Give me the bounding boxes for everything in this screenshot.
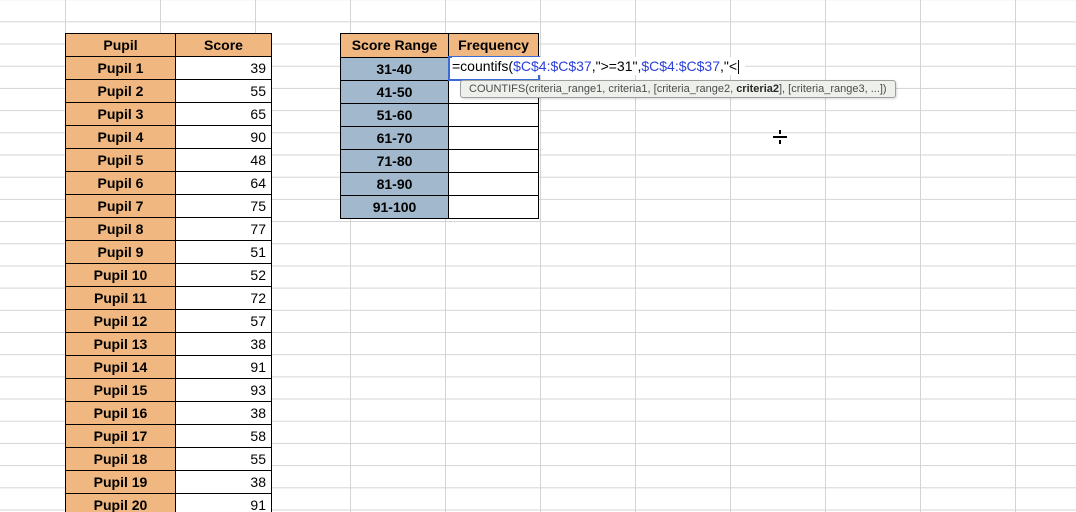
- tooltip-current-arg: criteria2: [736, 83, 779, 95]
- range-header[interactable]: Score Range: [341, 34, 449, 58]
- table-row: Pupil 2091: [66, 494, 272, 512]
- score-header[interactable]: Score: [176, 34, 272, 57]
- table-row: Pupil 139: [66, 57, 272, 80]
- range-cell[interactable]: 81-90: [341, 172, 449, 195]
- score-cell[interactable]: 77: [176, 218, 272, 241]
- formula-ref2: $C$4:$C$37: [641, 58, 720, 74]
- score-cell[interactable]: 38: [176, 471, 272, 494]
- frequency-cell[interactable]: [449, 172, 539, 195]
- pupil-cell[interactable]: Pupil 20: [66, 494, 176, 512]
- table-row: Pupil 1338: [66, 333, 272, 356]
- pupil-cell[interactable]: Pupil 2: [66, 80, 176, 103]
- score-cell[interactable]: 93: [176, 379, 272, 402]
- frequency-cell[interactable]: [449, 149, 539, 172]
- score-cell[interactable]: 90: [176, 126, 272, 149]
- score-cell[interactable]: 75: [176, 195, 272, 218]
- score-cell[interactable]: 58: [176, 425, 272, 448]
- score-cell[interactable]: 65: [176, 103, 272, 126]
- pupil-cell[interactable]: Pupil 11: [66, 287, 176, 310]
- tooltip-seg: criteria1,: [608, 83, 653, 95]
- pupil-cell[interactable]: Pupil 6: [66, 172, 176, 195]
- pupil-cell[interactable]: Pupil 10: [66, 264, 176, 287]
- pupil-cell[interactable]: Pupil 14: [66, 356, 176, 379]
- score-cell[interactable]: 57: [176, 310, 272, 333]
- pupil-cell[interactable]: Pupil 16: [66, 402, 176, 425]
- score-cell[interactable]: 91: [176, 356, 272, 379]
- table-row: Pupil 1855: [66, 448, 272, 471]
- pupil-cell[interactable]: Pupil 4: [66, 126, 176, 149]
- table-row: Pupil 951: [66, 241, 272, 264]
- pupil-cell[interactable]: Pupil 8: [66, 218, 176, 241]
- score-cell[interactable]: 48: [176, 149, 272, 172]
- formula-text: ,">=31",: [592, 58, 642, 74]
- score-cell[interactable]: 72: [176, 287, 272, 310]
- cell-cursor-icon: [773, 130, 787, 144]
- formula-editor[interactable]: =countifs($C$4:$C$37,">=31",$C$4:$C$37,"…: [452, 57, 745, 75]
- score-cell[interactable]: 38: [176, 402, 272, 425]
- range-cell[interactable]: 91-100: [341, 195, 449, 218]
- pupil-cell[interactable]: Pupil 18: [66, 448, 176, 471]
- frequency-cell[interactable]: [449, 103, 539, 126]
- table-row: 81-90: [341, 172, 539, 195]
- range-cell[interactable]: 31-40: [341, 57, 449, 80]
- table-row: Pupil 365: [66, 103, 272, 126]
- score-cell[interactable]: 52: [176, 264, 272, 287]
- table-row: Pupil 1593: [66, 379, 272, 402]
- table-row: 91-100: [341, 195, 539, 218]
- pupil-header[interactable]: Pupil: [66, 34, 176, 57]
- table-row: Pupil 1257: [66, 310, 272, 333]
- range-cell[interactable]: 41-50: [341, 80, 449, 103]
- score-cell[interactable]: 64: [176, 172, 272, 195]
- pupil-cell[interactable]: Pupil 15: [66, 379, 176, 402]
- table-row: Pupil 490: [66, 126, 272, 149]
- pupil-table: Pupil Score Pupil 139Pupil 255Pupil 365P…: [65, 33, 272, 512]
- table-row: Pupil 664: [66, 172, 272, 195]
- score-cell[interactable]: 55: [176, 80, 272, 103]
- table-row: Pupil 1491: [66, 356, 272, 379]
- table-row: Pupil 1938: [66, 471, 272, 494]
- table-row: Pupil 775: [66, 195, 272, 218]
- range-cell[interactable]: 71-80: [341, 149, 449, 172]
- frequency-cell[interactable]: [449, 126, 539, 149]
- pupil-cell[interactable]: Pupil 1: [66, 57, 176, 80]
- formula-ref1: $C$4:$C$37: [513, 58, 592, 74]
- pupil-cell[interactable]: Pupil 12: [66, 310, 176, 333]
- tooltip-fn: COUNTIFS: [469, 83, 525, 95]
- table-row: Pupil 548: [66, 149, 272, 172]
- pupil-cell[interactable]: Pupil 9: [66, 241, 176, 264]
- table-row: Pupil 1758: [66, 425, 272, 448]
- pupil-cell[interactable]: Pupil 17: [66, 425, 176, 448]
- tooltip-seg: ], [criteria_range3, ...]): [779, 83, 887, 95]
- freq-header[interactable]: Frequency: [449, 34, 539, 58]
- range-cell[interactable]: 61-70: [341, 126, 449, 149]
- range-cell[interactable]: 51-60: [341, 103, 449, 126]
- score-cell[interactable]: 38: [176, 333, 272, 356]
- table-row: Pupil 1172: [66, 287, 272, 310]
- pupil-cell[interactable]: Pupil 19: [66, 471, 176, 494]
- score-cell[interactable]: 91: [176, 494, 272, 512]
- score-cell[interactable]: 55: [176, 448, 272, 471]
- function-tooltip[interactable]: COUNTIFS(criteria_range1, criteria1, [cr…: [460, 80, 896, 98]
- frequency-cell[interactable]: [449, 195, 539, 218]
- table-row: 51-60: [341, 103, 539, 126]
- score-cell[interactable]: 51: [176, 241, 272, 264]
- tooltip-seg: (criteria_range1,: [525, 83, 608, 95]
- pupil-cell[interactable]: Pupil 13: [66, 333, 176, 356]
- formula-text: =countifs(: [452, 58, 513, 74]
- table-row: 61-70: [341, 126, 539, 149]
- table-row: Pupil 877: [66, 218, 272, 241]
- table-row: Pupil 1052: [66, 264, 272, 287]
- pupil-cell[interactable]: Pupil 3: [66, 103, 176, 126]
- pupil-cell[interactable]: Pupil 5: [66, 149, 176, 172]
- text-cursor: [738, 60, 739, 74]
- score-cell[interactable]: 39: [176, 57, 272, 80]
- formula-text: ,"<: [720, 58, 737, 74]
- pupil-cell[interactable]: Pupil 7: [66, 195, 176, 218]
- tooltip-seg: [criteria_range2,: [654, 83, 737, 95]
- table-row: Pupil 255: [66, 80, 272, 103]
- table-row: 71-80: [341, 149, 539, 172]
- table-row: Pupil 1638: [66, 402, 272, 425]
